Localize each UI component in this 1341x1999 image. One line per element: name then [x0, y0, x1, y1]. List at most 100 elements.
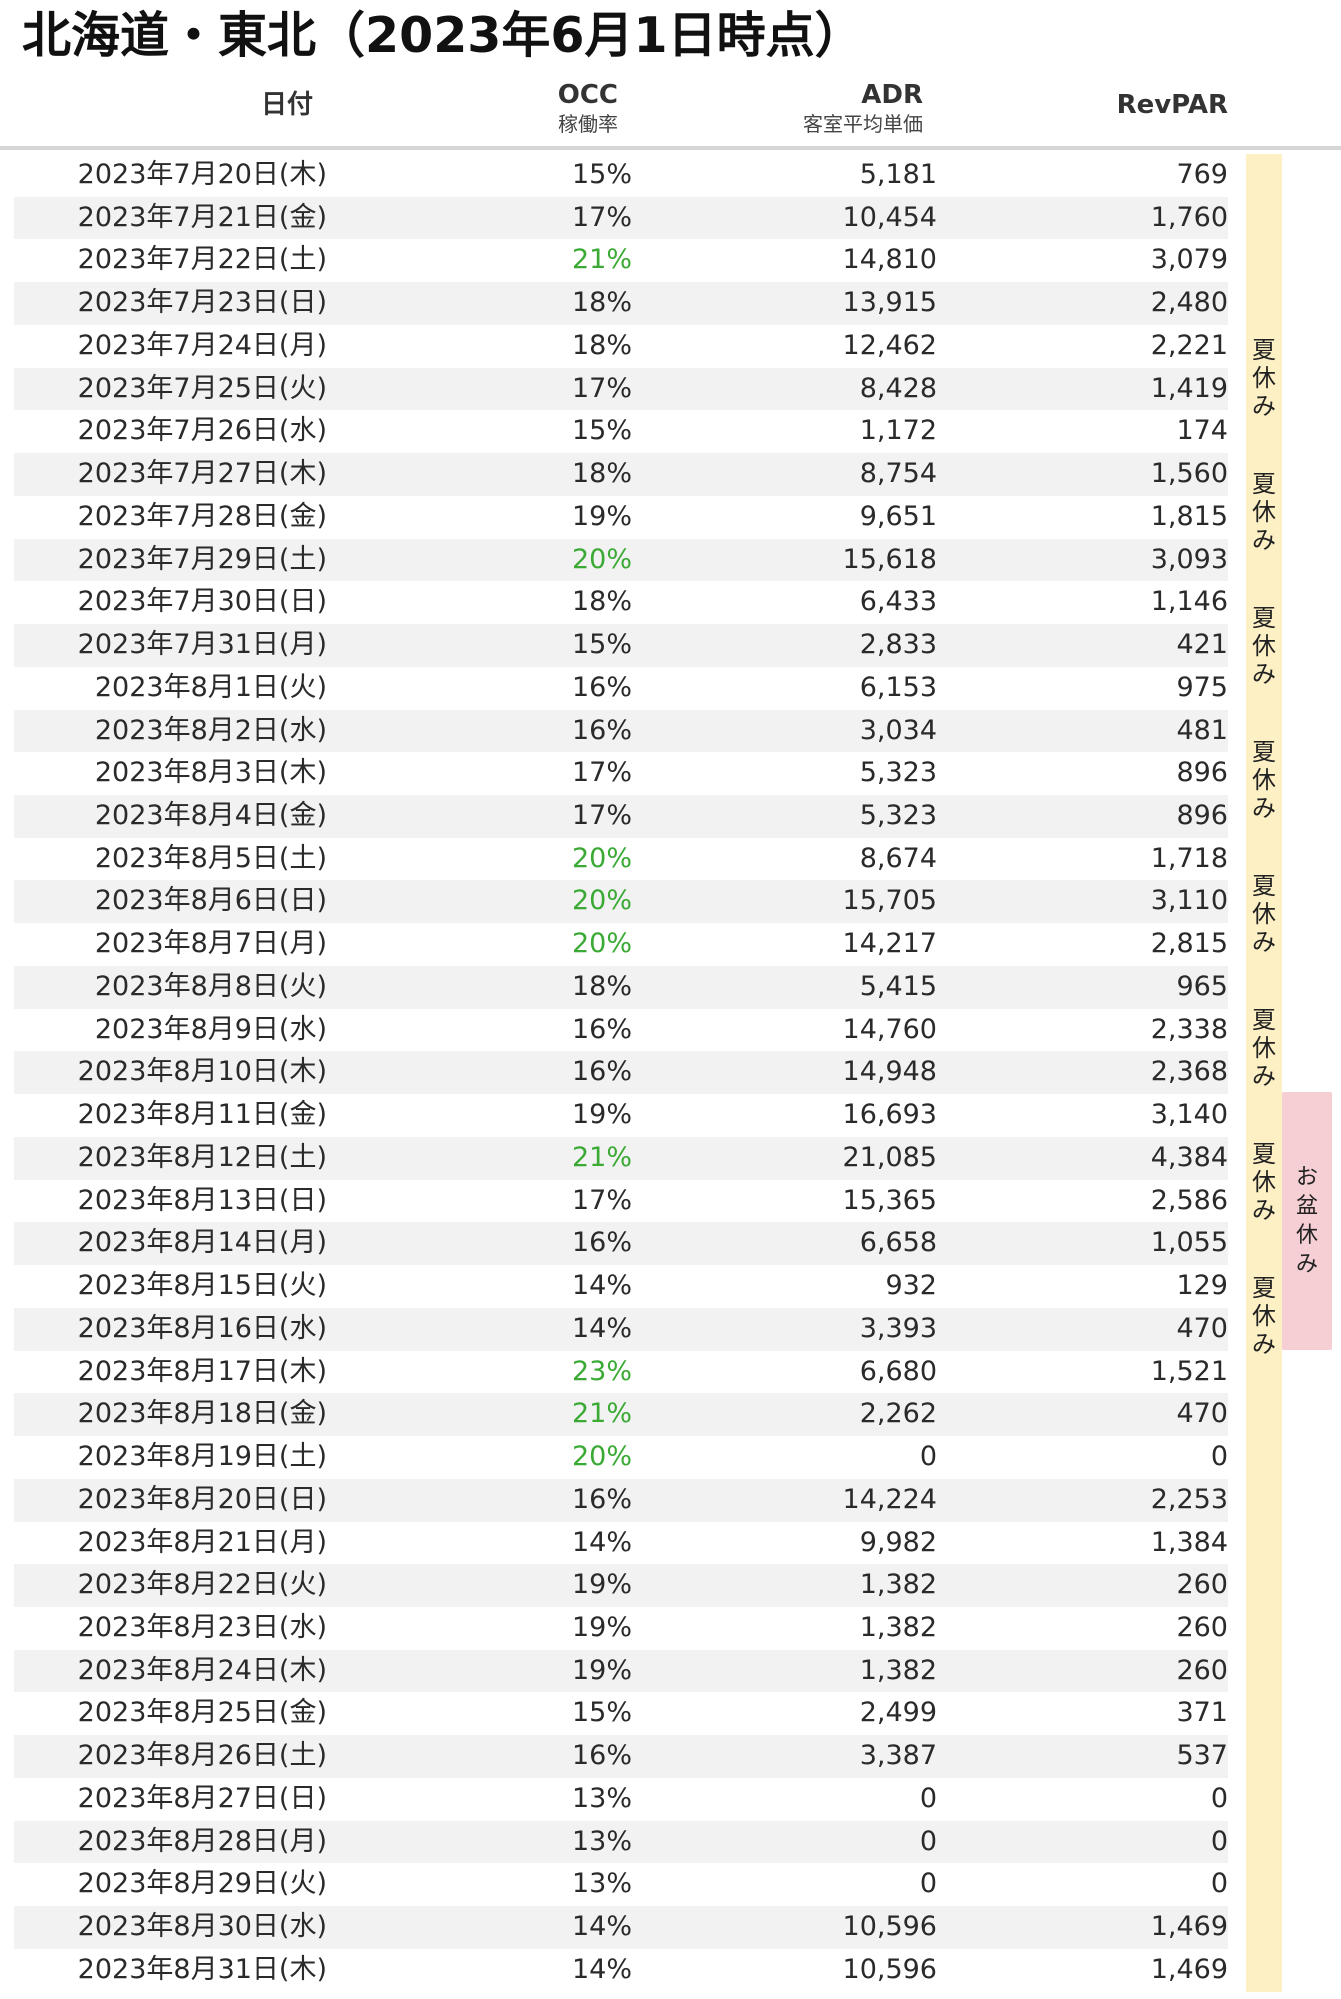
cell-occ: 19% — [571, 500, 632, 532]
cell-adr: 14,948 — [842, 1056, 937, 1088]
cell-revpar: 769 — [1176, 159, 1228, 190]
table-row: 2023年8月23日(水) 19% 1,382 260 — [14, 1607, 1228, 1650]
table-row: 2023年8月13日(日) 17% 15,365 2,586 — [14, 1180, 1228, 1223]
cell-adr: 2,499 — [859, 1697, 937, 1729]
cell-occ: 18% — [571, 329, 632, 361]
cell-adr: 14,224 — [842, 1483, 937, 1515]
column-header-date[interactable]: 日付 — [261, 89, 313, 121]
cell-adr: 0 — [919, 1868, 937, 1900]
cell-date: 2023年8月11日(金) — [77, 1099, 327, 1131]
cell-revpar: 3,093 — [1150, 543, 1228, 575]
table-row: 2023年8月4日(金) 17% 5,323 896 — [14, 795, 1228, 838]
cell-occ: 14% — [571, 1526, 632, 1558]
cell-revpar: 2,338 — [1150, 1013, 1228, 1045]
cell-date: 2023年8月28日(月) — [77, 1825, 327, 1857]
cell-adr: 16,693 — [842, 1099, 937, 1131]
table-row: 2023年7月23日(日) 18% 13,915 2,480 — [14, 282, 1228, 325]
cell-occ: 15% — [571, 1697, 632, 1729]
cell-revpar: 1,384 — [1150, 1526, 1228, 1558]
cell-revpar: 0 — [1210, 1868, 1228, 1900]
cell-revpar: 1,560 — [1150, 458, 1228, 490]
cell-adr: 932 — [885, 1270, 937, 1302]
cell-occ: 13% — [571, 1782, 632, 1814]
cell-adr: 3,034 — [859, 714, 937, 746]
cell-date: 2023年7月25日(火) — [77, 372, 327, 404]
table-row: 2023年8月9日(水) 16% 14,760 2,338 — [14, 1009, 1228, 1052]
cell-adr: 1,172 — [859, 415, 937, 447]
table-row: 2023年8月5日(土) 20% 8,674 1,718 — [14, 838, 1228, 881]
cell-adr: 8,754 — [859, 458, 937, 490]
cell-occ: 18% — [571, 287, 632, 319]
cell-date: 2023年8月21日(月) — [77, 1526, 327, 1558]
cell-adr: 2,262 — [859, 1398, 937, 1430]
cell-adr: 6,153 — [859, 671, 937, 703]
cell-date: 2023年8月24日(木) — [77, 1654, 327, 1686]
cell-occ: 14% — [571, 1270, 632, 1302]
cell-revpar: 1,521 — [1150, 1355, 1228, 1387]
table-body: 2023年7月20日(木) 15% 5,181 769 2023年7月21日(金) 17%… — [14, 154, 1228, 1992]
cell-occ: 18% — [571, 970, 632, 1002]
column-header-adr[interactable]: ADR 客室平均単価 — [803, 79, 923, 137]
cell-date: 2023年8月6日(日) — [94, 885, 327, 917]
column-header-occ-label: OCC — [557, 80, 618, 110]
cell-date: 2023年8月15日(火) — [77, 1270, 327, 1302]
cell-revpar: 965 — [1176, 970, 1228, 1002]
cell-date: 2023年8月23日(水) — [77, 1611, 327, 1643]
cell-revpar: 3,079 — [1150, 244, 1228, 276]
cell-occ: 15% — [571, 159, 632, 190]
summer-holiday-label: 夏 休 み — [1252, 738, 1276, 822]
table-row: 2023年7月26日(水) 15% 1,172 174 — [14, 410, 1228, 453]
column-header-revpar-label: RevPAR — [1116, 90, 1228, 120]
table-row: 2023年8月22日(火) 19% 1,382 260 — [14, 1564, 1228, 1607]
table-row: 2023年7月25日(火) 17% 8,428 1,419 — [14, 367, 1228, 411]
cell-revpar: 421 — [1176, 629, 1228, 661]
cell-occ: 16% — [571, 1740, 632, 1772]
table-row: 2023年7月24日(月) 18% 12,462 2,221 — [14, 325, 1228, 368]
table-row: 2023年8月18日(金) 21% 2,262 470 — [14, 1393, 1228, 1437]
cell-date: 2023年8月7日(月) — [94, 928, 327, 960]
column-header-date-label: 日付 — [260, 90, 313, 120]
cell-revpar: 975 — [1176, 671, 1228, 703]
cell-date: 2023年8月4日(金) — [94, 800, 327, 832]
cell-revpar: 1,760 — [1150, 201, 1228, 233]
cell-adr: 8,674 — [859, 842, 937, 874]
cell-adr: 5,323 — [859, 757, 937, 789]
column-header-revpar[interactable]: RevPAR — [1117, 89, 1228, 121]
cell-revpar: 3,110 — [1150, 885, 1228, 917]
table-row: 2023年8月14日(月) 16% 6,658 1,055 — [14, 1222, 1228, 1266]
table-row: 2023年8月10日(木) 16% 14,948 2,368 — [14, 1051, 1228, 1095]
cell-adr: 8,428 — [859, 372, 937, 404]
cell-adr: 15,705 — [842, 885, 937, 917]
cell-revpar: 1,815 — [1150, 500, 1228, 532]
cell-occ: 14% — [571, 1911, 632, 1943]
cell-adr: 21,085 — [842, 1141, 937, 1173]
cell-occ: 20% — [571, 543, 632, 575]
cell-revpar: 260 — [1176, 1569, 1228, 1601]
cell-occ: 21% — [571, 1141, 632, 1173]
cell-revpar: 470 — [1176, 1398, 1228, 1430]
table-row: 2023年8月6日(日) 20% 15,705 3,110 — [14, 880, 1228, 924]
cell-occ: 21% — [571, 1398, 632, 1430]
table-row: 2023年7月29日(土) 20% 15,618 3,093 — [14, 538, 1228, 582]
table-row: 2023年8月28日(月) 13% 0 0 — [14, 1820, 1228, 1864]
cell-adr: 10,596 — [842, 1953, 937, 1985]
table-row: 2023年8月20日(日) 16% 14,224 2,253 — [14, 1478, 1228, 1522]
cell-adr: 2,833 — [859, 629, 937, 661]
cell-date: 2023年8月12日(土) — [77, 1141, 327, 1173]
cell-revpar: 470 — [1176, 1312, 1228, 1344]
cell-date: 2023年7月30日(日) — [77, 586, 327, 618]
table-row: 2023年7月20日(木) 15% 5,181 769 — [14, 154, 1228, 197]
cell-adr: 1,382 — [859, 1611, 937, 1643]
table-row: 2023年8月3日(木) 17% 5,323 896 — [14, 752, 1228, 795]
summer-holiday-label: 夏 休 み — [1252, 872, 1276, 956]
table-row: 2023年7月31日(月) 15% 2,833 421 — [14, 624, 1228, 667]
cell-date: 2023年7月27日(木) — [77, 458, 327, 490]
cell-revpar: 0 — [1210, 1825, 1228, 1857]
cell-occ: 16% — [571, 714, 632, 746]
column-header-occ[interactable]: OCC 稼働率 — [558, 79, 618, 137]
cell-occ: 18% — [571, 458, 632, 490]
table-row: 2023年8月7日(月) 20% 14,217 2,815 — [14, 923, 1228, 966]
cell-revpar: 2,586 — [1150, 1184, 1228, 1216]
cell-date: 2023年7月26日(水) — [77, 415, 327, 447]
table-header: 日付 OCC 稼働率 ADR 客室平均単価 RevPAR — [0, 75, 1341, 149]
